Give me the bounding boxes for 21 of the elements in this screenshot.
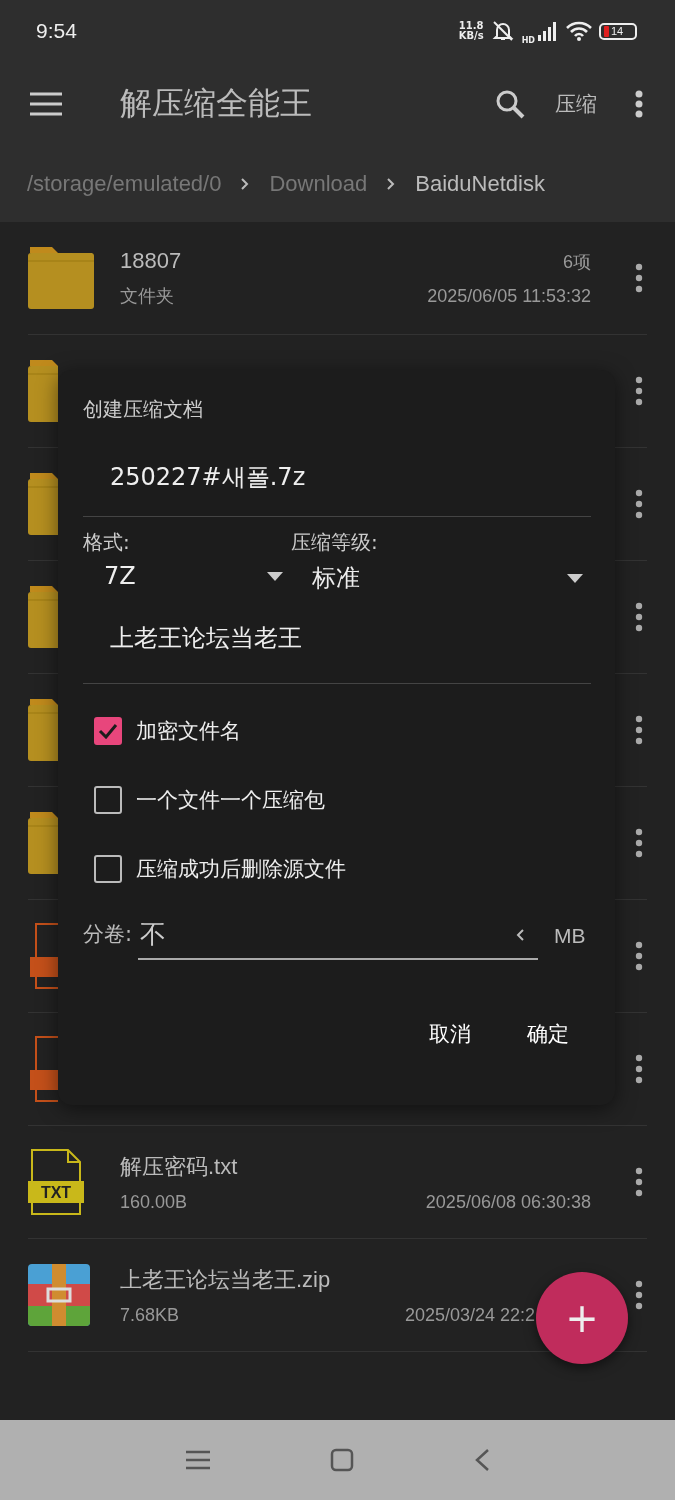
dialog-title: 创建压缩文档 <box>83 396 204 423</box>
file-name: 18807 <box>120 248 182 274</box>
file-name: 上老王论坛当老王.zip <box>120 1265 331 1294</box>
level-label: 压缩等级: <box>291 529 379 556</box>
file-size: 7.68KB <box>120 1304 180 1326</box>
battery-icon: 14 <box>599 22 637 40</box>
modified-date: 2025/06/08 06:30:38 <box>425 1191 591 1213</box>
modified-date: 2025/06/05 11:53:32 <box>427 286 591 307</box>
network-speed: 11.8 KB/s <box>458 21 484 41</box>
modified-date: 2025/03/24 22:2 <box>404 1304 535 1326</box>
app-title: 解压缩全能王 <box>120 82 313 124</box>
format-label: 格式: <box>83 529 131 556</box>
text-file-icon: TXT <box>28 1149 84 1215</box>
network-type: HD <box>521 35 535 45</box>
file-name: 解压密码.txt <box>120 1152 238 1181</box>
unit-label: MB <box>553 924 586 949</box>
file-type: 文件夹 <box>120 285 174 308</box>
split-label: 分卷: <box>83 921 133 948</box>
item-count: 6项 <box>563 251 591 274</box>
file-size: 160.00B <box>120 1191 188 1213</box>
clock: 9:54 <box>36 19 77 43</box>
